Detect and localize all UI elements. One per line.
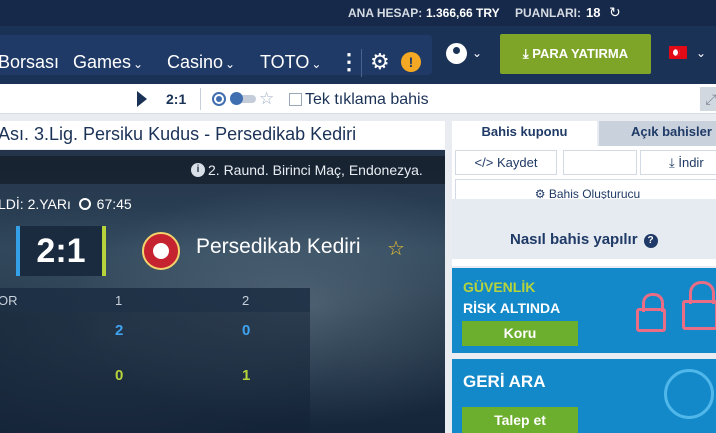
security-subtitle: RİSK ALTINDA <box>463 300 561 316</box>
top-status-bar: ANA HESAP: 1.366,66 TRY PUANLARI: 18 ↻ <box>0 0 716 26</box>
stats-cell: 0 <box>242 322 251 339</box>
nav-item-borsasi[interactable]: Borsası <box>0 52 59 73</box>
save-label: Kaydet <box>496 155 538 170</box>
subbar-divider <box>200 88 201 110</box>
nav-item-games[interactable]: Games ⌄ <box>73 52 143 73</box>
match-title-bar: Ası. 3.Lig. Persiku Kudus - Persedikab K… <box>0 121 445 149</box>
security-title: GÜVENLİK <box>463 279 536 295</box>
match-period: LDİ: 2.YARı <box>0 196 71 212</box>
request-button[interactable]: Talep et <box>462 407 578 433</box>
download-icon: ⤓ <box>669 155 679 170</box>
nav-divider <box>361 49 362 77</box>
deposit-label: PARA YATIRMA <box>532 46 629 61</box>
main-nav: Borsası Games ⌄ Casino ⌄ TOTO ⌄ ⋮ ⚙ ! ⌄ ⤓ P… <box>0 26 716 84</box>
callback-title: GERİ ARA <box>463 372 546 391</box>
tab-bet-slip[interactable]: Bahis kuponu <box>452 121 597 146</box>
favorite-star-icon[interactable]: ☆ <box>387 236 405 261</box>
match-time: 67:45 <box>96 196 132 212</box>
scoreboard: 2:1 <box>16 226 106 276</box>
match-panel: i 2. Raund. Birinci Maç, Endonezya. LDİ:… <box>0 150 445 433</box>
balance-label: ANA HESAP: <box>348 6 423 20</box>
code-icon: </> <box>474 155 497 170</box>
bet-slip-tabs: Bahis kuponu Açık bahisler <box>452 121 716 146</box>
chevron-down-icon: ⌄ <box>133 57 144 71</box>
nav-item-toto[interactable]: TOTO ⌄ <box>260 52 321 73</box>
callback-promo: GERİ ARA Talep et <box>452 359 716 433</box>
turkey-flag-icon[interactable] <box>669 46 687 59</box>
user-avatar-icon[interactable] <box>446 43 467 64</box>
security-promo: GÜVENLİK RİSK ALTINDA Koru <box>452 268 716 353</box>
stats-col-2: 2 <box>242 293 250 308</box>
more-menu-icon[interactable]: ⋮ <box>338 51 360 73</box>
subbar-score: 2:1 <box>166 91 187 107</box>
stats-cell: 2 <box>115 322 124 339</box>
chevron-down-icon[interactable]: ⌄ <box>696 46 706 60</box>
protect-button[interactable]: Koru <box>462 321 578 346</box>
download-icon: ⤓ <box>522 46 533 61</box>
balance-value[interactable]: 1.366,66 TRY <box>426 6 500 20</box>
info-icon[interactable]: i <box>191 163 205 177</box>
match-info-text: 2. Raund. Birinci Maç, Endonezya. <box>208 162 423 178</box>
play-icon[interactable] <box>137 91 147 107</box>
nav-item-label: Casino <box>167 52 224 72</box>
download-button[interactable]: ⤓ İndir <box>640 150 716 175</box>
nav-item-label: Games <box>73 52 132 72</box>
how-to-bet-link[interactable]: Nasıl bahis yapılır? <box>510 231 658 248</box>
quickbet-checkbox[interactable] <box>289 93 302 106</box>
refresh-icon[interactable]: ↻ <box>609 4 621 21</box>
match-status: LDİ: 2.YARı 67:45 <box>0 196 132 212</box>
how-to-bet: Nasıl bahis yapılır? <box>452 199 716 259</box>
match-info-bar: i 2. Raund. Birinci Maç, Endonezya. <box>0 156 445 184</box>
deposit-button[interactable]: ⤓ PARA YATIRMA <box>500 34 651 74</box>
points-label: PUANLARI: <box>515 6 581 20</box>
download-label: İndir <box>678 155 704 170</box>
coupon-code-input[interactable] <box>563 150 637 175</box>
clock-icon <box>78 198 91 210</box>
match-subbar: 2:1 ☆ Tek tıklama bahis ⤢ <box>0 84 716 114</box>
bet-slip-column: Bahis kuponu Açık bahisler </> Kaydet ⤓ … <box>452 121 716 433</box>
stats-cell: 0 <box>115 367 124 384</box>
stats-cell: 1 <box>242 367 251 384</box>
chevron-down-icon[interactable]: ⌄ <box>472 46 482 60</box>
star-icon[interactable]: ☆ <box>259 89 274 109</box>
nav-item-label: TOTO <box>260 52 310 72</box>
warning-icon[interactable]: ! <box>401 52 421 72</box>
match-title: Ası. 3.Lig. Persiku Kudus - Persedikab K… <box>0 124 357 144</box>
team-name: Persedikab Kediri <box>196 235 361 258</box>
nav-menu: Borsası Games ⌄ Casino ⌄ TOTO ⌄ ⋮ ⚙ ! <box>0 35 432 77</box>
points-value: 18 <box>586 5 601 20</box>
match-stats-table: OR 1 2 2 0 0 1 <box>0 288 310 433</box>
stats-row-label: OR <box>0 293 18 308</box>
quickbet-toggle[interactable] <box>230 92 256 105</box>
headset-icon <box>664 369 714 419</box>
save-button[interactable]: </> Kaydet <box>455 150 557 175</box>
how-to-bet-label: Nasıl bahis yapılır <box>510 231 638 248</box>
lock-icon <box>636 293 666 332</box>
stats-header: OR 1 2 <box>0 288 310 312</box>
gear-icon[interactable]: ⚙ <box>370 49 390 75</box>
nav-item-casino[interactable]: Casino ⌄ <box>167 52 235 73</box>
lock-icon <box>682 281 716 330</box>
chevron-down-icon: ⌄ <box>311 57 322 71</box>
nav-item-label: Borsası <box>0 52 60 72</box>
stats-col-1: 1 <box>115 293 123 308</box>
question-icon: ? <box>643 234 658 248</box>
team-logo <box>142 232 180 270</box>
target-icon[interactable] <box>212 92 226 106</box>
collapse-icon[interactable]: ⤢ <box>700 87 716 111</box>
tab-open-bets[interactable]: Açık bahisler <box>599 121 716 146</box>
chevron-down-icon: ⌄ <box>225 57 236 71</box>
quickbet-label[interactable]: Tek tıklama bahis <box>305 91 429 109</box>
